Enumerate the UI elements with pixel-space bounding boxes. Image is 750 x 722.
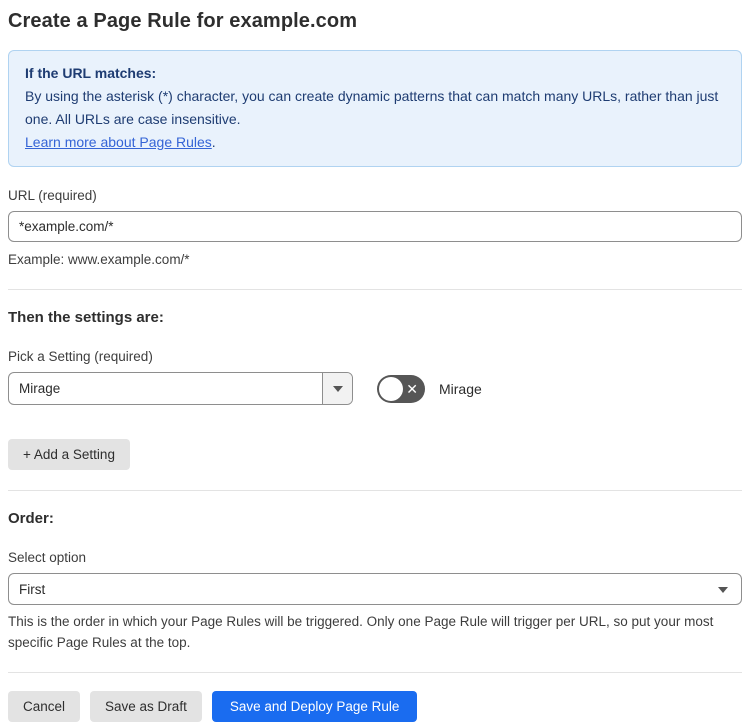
footer-actions: Cancel Save as Draft Save and Deploy Pag… — [8, 691, 742, 722]
url-example-helper: Example: www.example.com/* — [8, 252, 190, 267]
url-field-label: URL (required) — [8, 188, 97, 203]
url-match-info-box: If the URL matches: By using the asteris… — [8, 50, 742, 167]
add-setting-button[interactable]: + Add a Setting — [8, 439, 130, 470]
save-and-deploy-button[interactable]: Save and Deploy Page Rule — [211, 691, 418, 722]
page-title: Create a Page Rule for example.com — [8, 10, 358, 32]
divider — [8, 672, 742, 673]
mirage-toggle-label: Mirage — [439, 380, 482, 397]
cancel-button[interactable]: Cancel — [8, 691, 81, 722]
divider — [8, 490, 742, 491]
setting-row: Mirage ✕ Mirage — [8, 372, 742, 405]
link-period: . — [211, 134, 216, 150]
page-rule-form: Create a Page Rule for example.com If th… — [0, 0, 750, 722]
learn-more-link[interactable]: Learn more about Page Rules — [25, 134, 212, 150]
save-as-draft-button[interactable]: Save as Draft — [90, 691, 202, 722]
toggle-off-x-icon: ✕ — [406, 380, 418, 397]
chevron-down-icon — [332, 385, 343, 392]
url-input[interactable] — [8, 211, 742, 242]
order-select-label: Select option — [8, 550, 87, 565]
setting-select[interactable]: Mirage — [8, 372, 353, 405]
info-box-body: By using the asterisk (*) character, you… — [25, 85, 725, 154]
order-helper-text: This is the order in which your Page Rul… — [8, 614, 714, 650]
order-select-value: First — [19, 581, 46, 597]
order-section-heading: Order: — [8, 510, 54, 527]
divider — [8, 289, 742, 290]
toggle-knob — [379, 376, 403, 401]
mirage-toggle[interactable]: ✕ — [377, 374, 425, 403]
info-box-heading: If the URL matches: — [25, 65, 157, 81]
pick-setting-label: Pick a Setting (required) — [8, 349, 153, 364]
order-select[interactable]: First — [8, 573, 742, 605]
setting-select-arrow-button[interactable] — [322, 373, 352, 404]
settings-section-heading: Then the settings are: — [8, 309, 164, 326]
info-box-body-text: By using the asterisk (*) character, you… — [25, 88, 719, 127]
mirage-toggle-group: ✕ Mirage — [377, 374, 482, 403]
chevron-down-icon — [718, 587, 728, 593]
setting-select-value: Mirage — [19, 381, 61, 396]
